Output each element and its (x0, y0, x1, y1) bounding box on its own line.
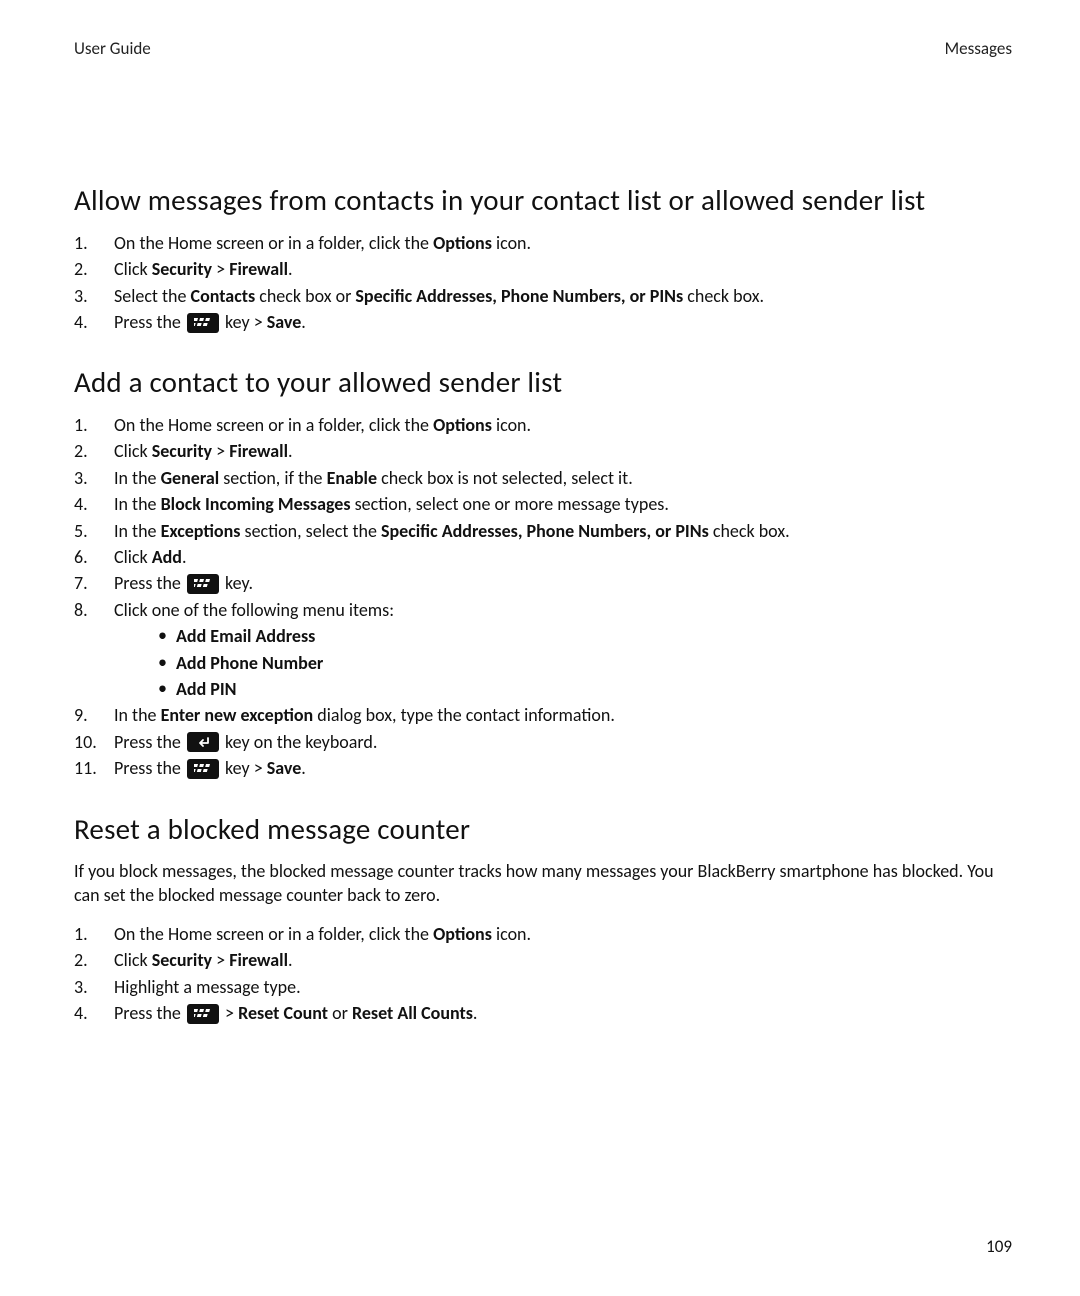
step-item: Click Security > Firewall. (100, 258, 1012, 281)
section-title: Reset a blocked message counter (74, 811, 1012, 849)
section-reset-counter: Reset a blocked message counter If you b… (74, 811, 1012, 1026)
step-item: Click one of the following menu items: A… (100, 599, 1012, 702)
step-item: Click Security > Firewall. (100, 949, 1012, 972)
step-item: Press the key on the keyboard. (100, 731, 1012, 754)
step-item: In the Exceptions section, select the Sp… (100, 520, 1012, 543)
step-item: On the Home screen or in a folder, click… (100, 923, 1012, 946)
sub-item: Add Phone Number (158, 652, 1012, 675)
step-item: On the Home screen or in a folder, click… (100, 414, 1012, 437)
page-header: User Guide Messages (74, 38, 1012, 60)
step-item: Select the Contacts check box or Specifi… (100, 285, 1012, 308)
enter-key-icon (187, 732, 219, 752)
blackberry-menu-key-icon (187, 759, 219, 779)
blackberry-menu-key-icon (187, 574, 219, 594)
step-list: On the Home screen or in a folder, click… (100, 232, 1012, 335)
step-list: On the Home screen or in a folder, click… (100, 414, 1012, 780)
section-allow-messages: Allow messages from contacts in your con… (74, 182, 1012, 334)
sub-list: Add Email Address Add Phone Number Add P… (158, 625, 1012, 701)
section-title: Allow messages from contacts in your con… (74, 182, 1012, 220)
step-item: In the General section, if the Enable ch… (100, 467, 1012, 490)
sub-item: Add Email Address (158, 625, 1012, 648)
blackberry-menu-key-icon (187, 313, 219, 333)
step-list: On the Home screen or in a folder, click… (100, 923, 1012, 1026)
step-item: Press the > Reset Count or Reset All Cou… (100, 1002, 1012, 1025)
section-title: Add a contact to your allowed sender lis… (74, 364, 1012, 402)
step-item: Highlight a message type. (100, 976, 1012, 999)
sub-item: Add PIN (158, 678, 1012, 701)
step-item: Click Add. (100, 546, 1012, 569)
step-item: In the Block Incoming Messages section, … (100, 493, 1012, 516)
section-intro: If you block messages, the blocked messa… (74, 860, 1012, 907)
section-add-contact: Add a contact to your allowed sender lis… (74, 364, 1012, 780)
step-item: Click Security > Firewall. (100, 440, 1012, 463)
page-number: 109 (986, 1236, 1012, 1258)
header-left: User Guide (74, 38, 151, 60)
step-item: On the Home screen or in a folder, click… (100, 232, 1012, 255)
step-item: Press the key. (100, 572, 1012, 595)
step-item: Press the key > Save. (100, 311, 1012, 334)
page-content: User Guide Messages Allow messages from … (0, 0, 1080, 1106)
blackberry-menu-key-icon (187, 1004, 219, 1024)
header-right: Messages (945, 38, 1012, 60)
step-item: In the Enter new exception dialog box, t… (100, 704, 1012, 727)
step-item: Press the key > Save. (100, 757, 1012, 780)
